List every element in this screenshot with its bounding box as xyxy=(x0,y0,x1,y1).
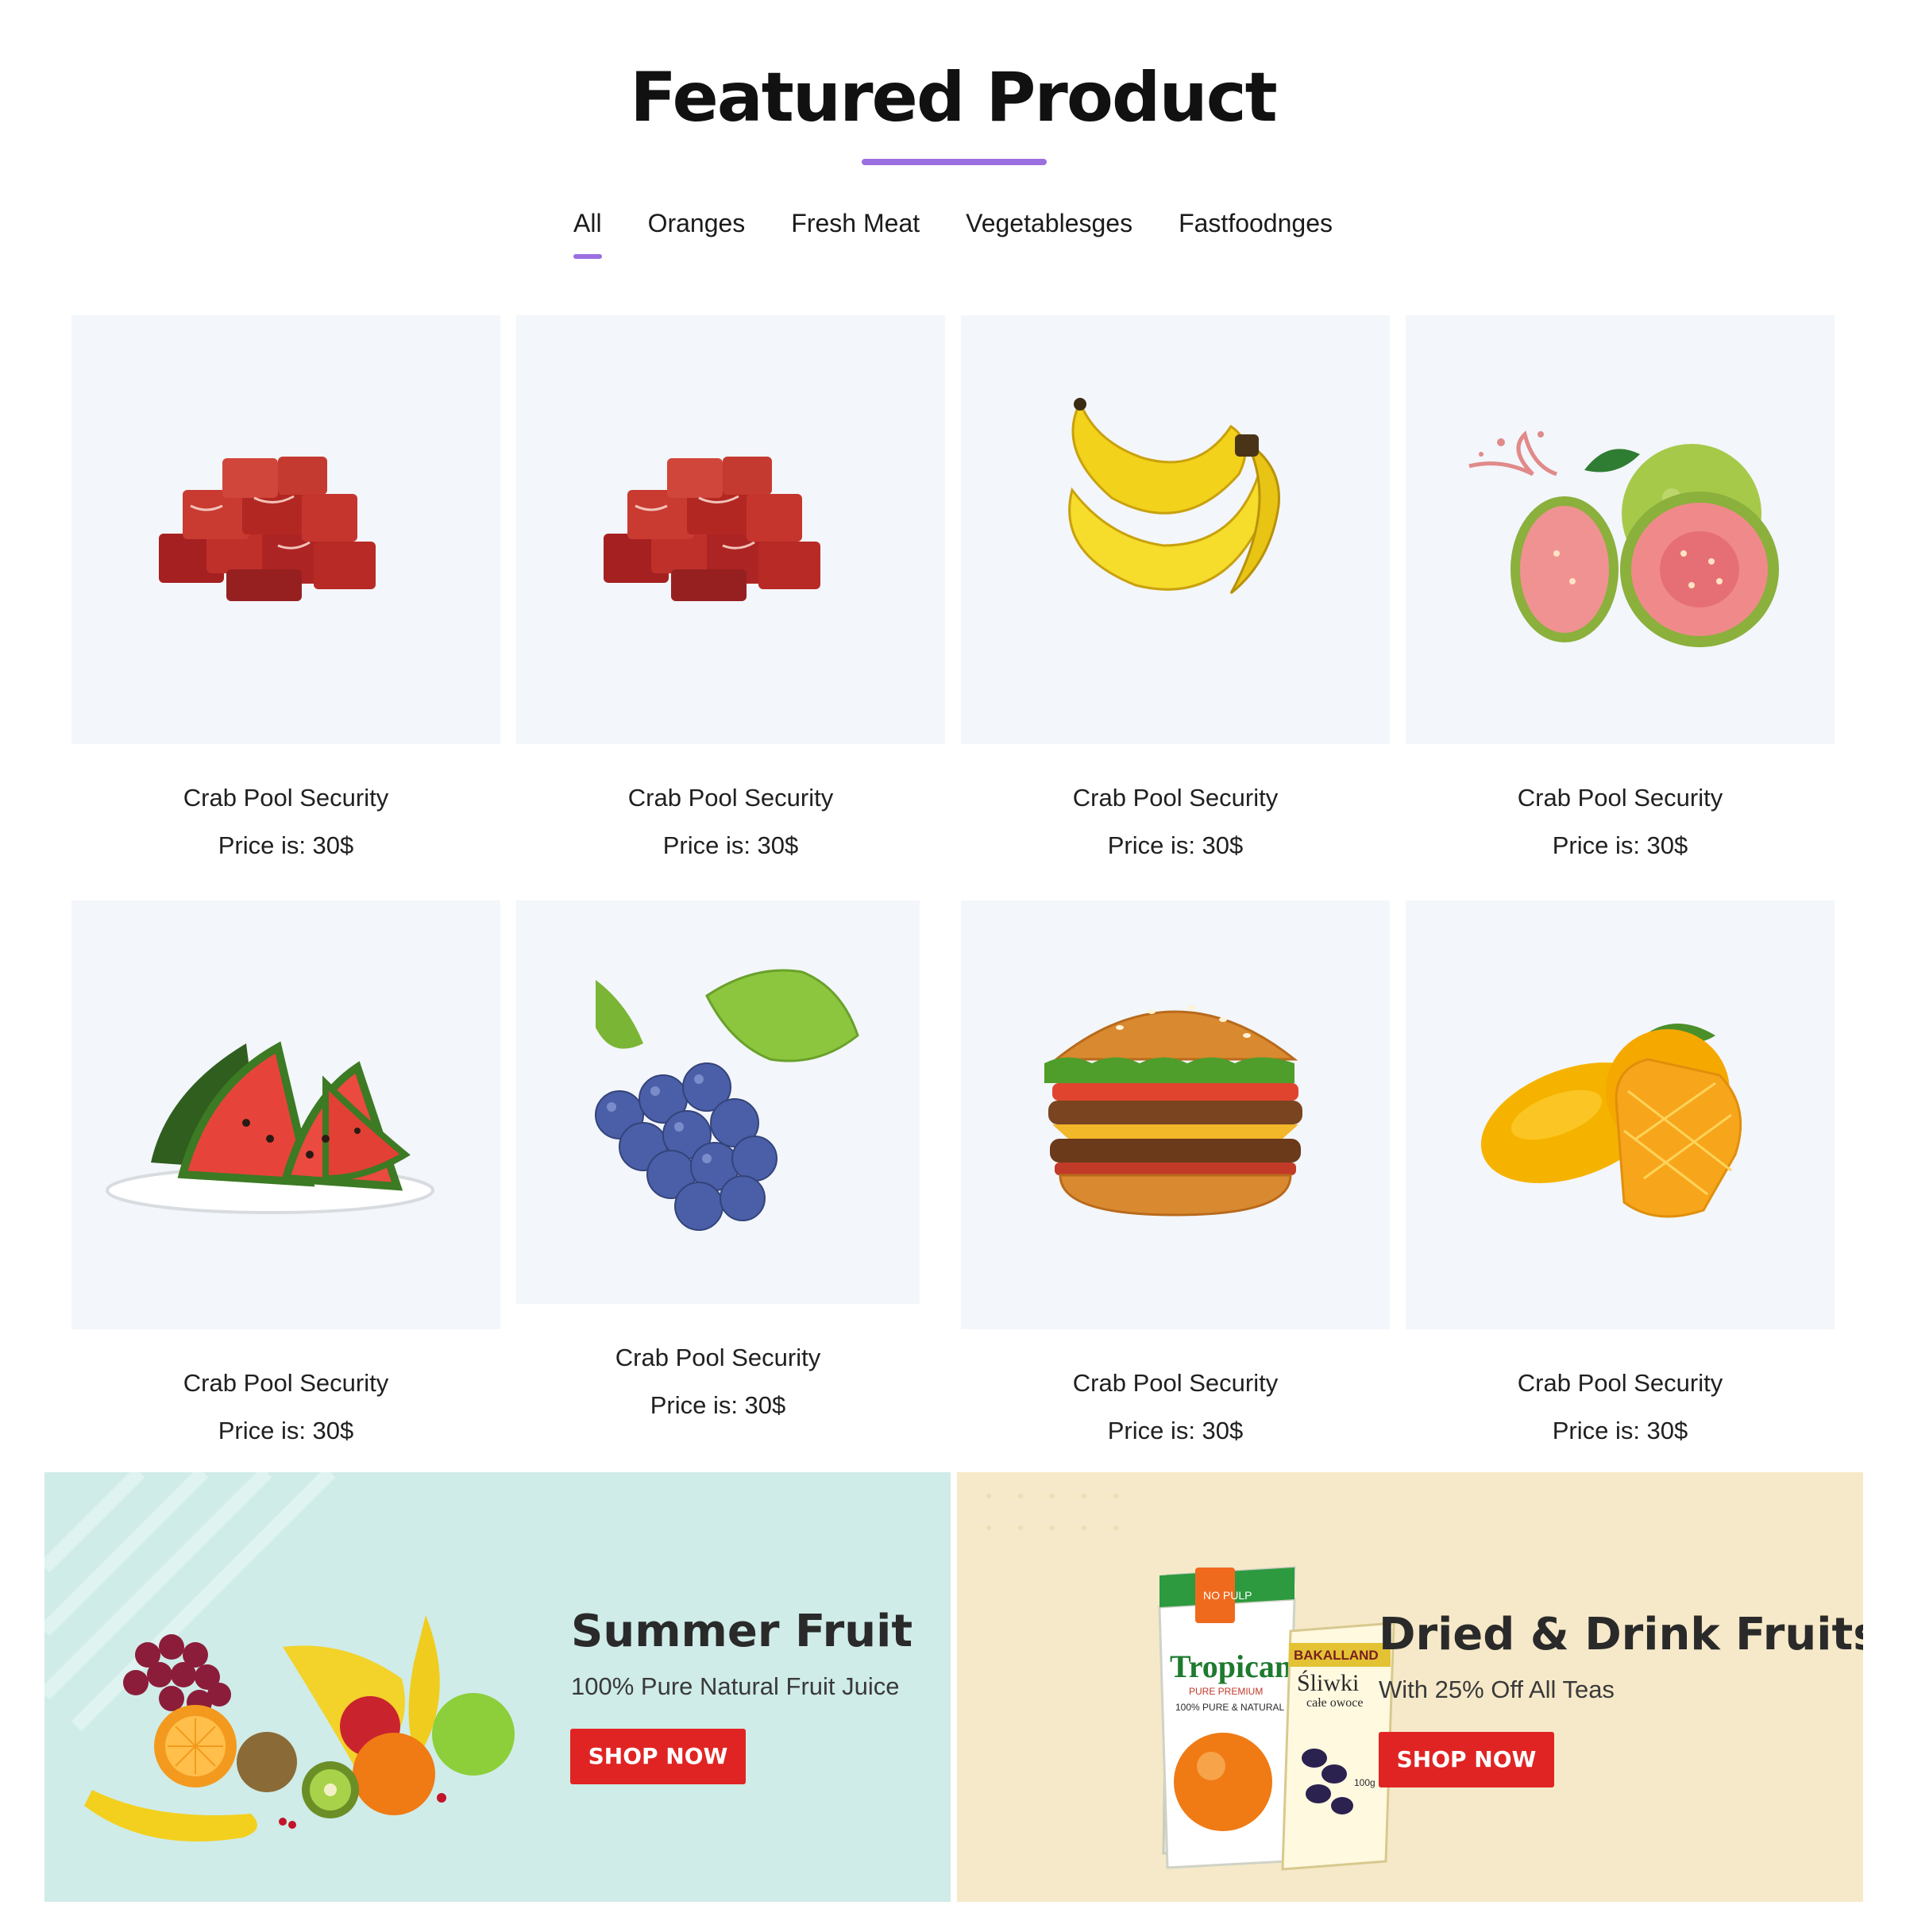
product-price: Price is: 30$ xyxy=(1107,1417,1244,1444)
product-name[interactable]: Crab Pool Security xyxy=(516,1342,920,1374)
grapes-image xyxy=(595,969,859,1231)
product-price: Price is: 30$ xyxy=(218,831,354,859)
tab-all[interactable]: All xyxy=(573,203,602,259)
product-card[interactable]: Crab Pool Security Price is: 30$ xyxy=(516,900,920,1421)
product-image[interactable] xyxy=(1406,315,1835,744)
category-tabs: All Oranges Fresh Meat Vegetablesges Fas… xyxy=(0,203,1906,259)
product-name[interactable]: Crab Pool Security xyxy=(516,782,945,814)
product-image[interactable] xyxy=(1406,900,1835,1329)
product-card[interactable]: Crab Pool Security Price is: 30$ xyxy=(961,900,1390,1447)
shop-now-button[interactable]: SHOP NOW xyxy=(570,1729,746,1784)
mango-image xyxy=(1480,1024,1742,1218)
product-image[interactable] xyxy=(516,315,945,744)
product-card[interactable]: Crab Pool Security Price is: 30$ xyxy=(71,315,500,862)
section-title: Featured Product xyxy=(630,58,1278,137)
burger-image xyxy=(1044,1005,1302,1217)
product-price: Price is: 30$ xyxy=(662,831,799,859)
product-name[interactable]: Crab Pool Security xyxy=(71,1367,500,1399)
product-image[interactable] xyxy=(516,900,920,1304)
watermelon-image xyxy=(106,1041,434,1214)
banner-title: Dried & Drink Fruits xyxy=(1379,1609,1863,1660)
product-price: Price is: 30$ xyxy=(218,1417,354,1444)
carton-brand-text: Tropicana xyxy=(1170,1649,1308,1684)
product-price: Price is: 30$ xyxy=(1107,831,1244,859)
product-card[interactable]: Crab Pool Security Price is: 30$ xyxy=(1406,900,1835,1447)
product-price: Price is: 30$ xyxy=(1552,831,1688,859)
product-image[interactable] xyxy=(961,315,1390,744)
product-name[interactable]: Crab Pool Security xyxy=(961,782,1390,814)
carton-sub-text: PURE PREMIUM xyxy=(1189,1686,1263,1697)
banana-image xyxy=(1068,398,1280,595)
tab-fastfood[interactable]: Fastfoodnges xyxy=(1179,203,1333,251)
shop-now-button[interactable]: SHOP NOW xyxy=(1379,1732,1554,1787)
product-image[interactable] xyxy=(71,315,500,744)
banner-subtitle: 100% Pure Natural Fruit Juice xyxy=(571,1672,900,1700)
tab-fresh-meat[interactable]: Fresh Meat xyxy=(791,203,920,251)
product-image[interactable] xyxy=(71,900,500,1329)
title-underline xyxy=(862,159,1047,165)
tab-oranges[interactable]: Oranges xyxy=(648,203,746,251)
product-card[interactable]: Crab Pool Security Price is: 30$ xyxy=(1406,315,1835,862)
product-name[interactable]: Crab Pool Security xyxy=(1406,1367,1835,1399)
product-card[interactable]: Crab Pool Security Price is: 30$ xyxy=(516,315,945,862)
summer-fruit-banner[interactable]: Summer Fruit 100% Pure Natural Fruit Jui… xyxy=(44,1472,951,1902)
product-card[interactable]: Crab Pool Security Price is: 30$ xyxy=(71,900,500,1447)
product-card[interactable]: Crab Pool Security Price is: 30$ xyxy=(961,315,1390,862)
product-name[interactable]: Crab Pool Security xyxy=(1406,782,1835,814)
meat-cubes-image xyxy=(159,457,376,601)
meat-cubes-image xyxy=(604,457,820,601)
carton-note-text: 100% PURE & NATURAL xyxy=(1175,1702,1284,1713)
carton-badge-text: NO PULP xyxy=(1203,1589,1252,1602)
tab-vegetables[interactable]: Vegetablesges xyxy=(966,203,1132,251)
product-name[interactable]: Crab Pool Security xyxy=(961,1367,1390,1399)
product-price: Price is: 30$ xyxy=(650,1391,786,1419)
product-name[interactable]: Crab Pool Security xyxy=(71,782,500,814)
product-price: Price is: 30$ xyxy=(1552,1417,1688,1444)
pouch-weight-text: 100g xyxy=(1354,1777,1375,1788)
product-image[interactable] xyxy=(961,900,1390,1329)
banner-title: Summer Fruit xyxy=(571,1606,913,1657)
pouch-sub-text: całe owoce xyxy=(1306,1696,1364,1710)
guava-image xyxy=(1468,430,1779,647)
banner-subtitle: With 25% Off All Teas xyxy=(1379,1676,1615,1703)
pouch-brand-text: BAKALLAND xyxy=(1294,1648,1379,1663)
dried-drink-fruits-banner[interactable]: NO PULP Tropicana PURE PREMIUM 100% PURE… xyxy=(957,1472,1863,1902)
pouch-name-text: Śliwki xyxy=(1297,1670,1359,1696)
